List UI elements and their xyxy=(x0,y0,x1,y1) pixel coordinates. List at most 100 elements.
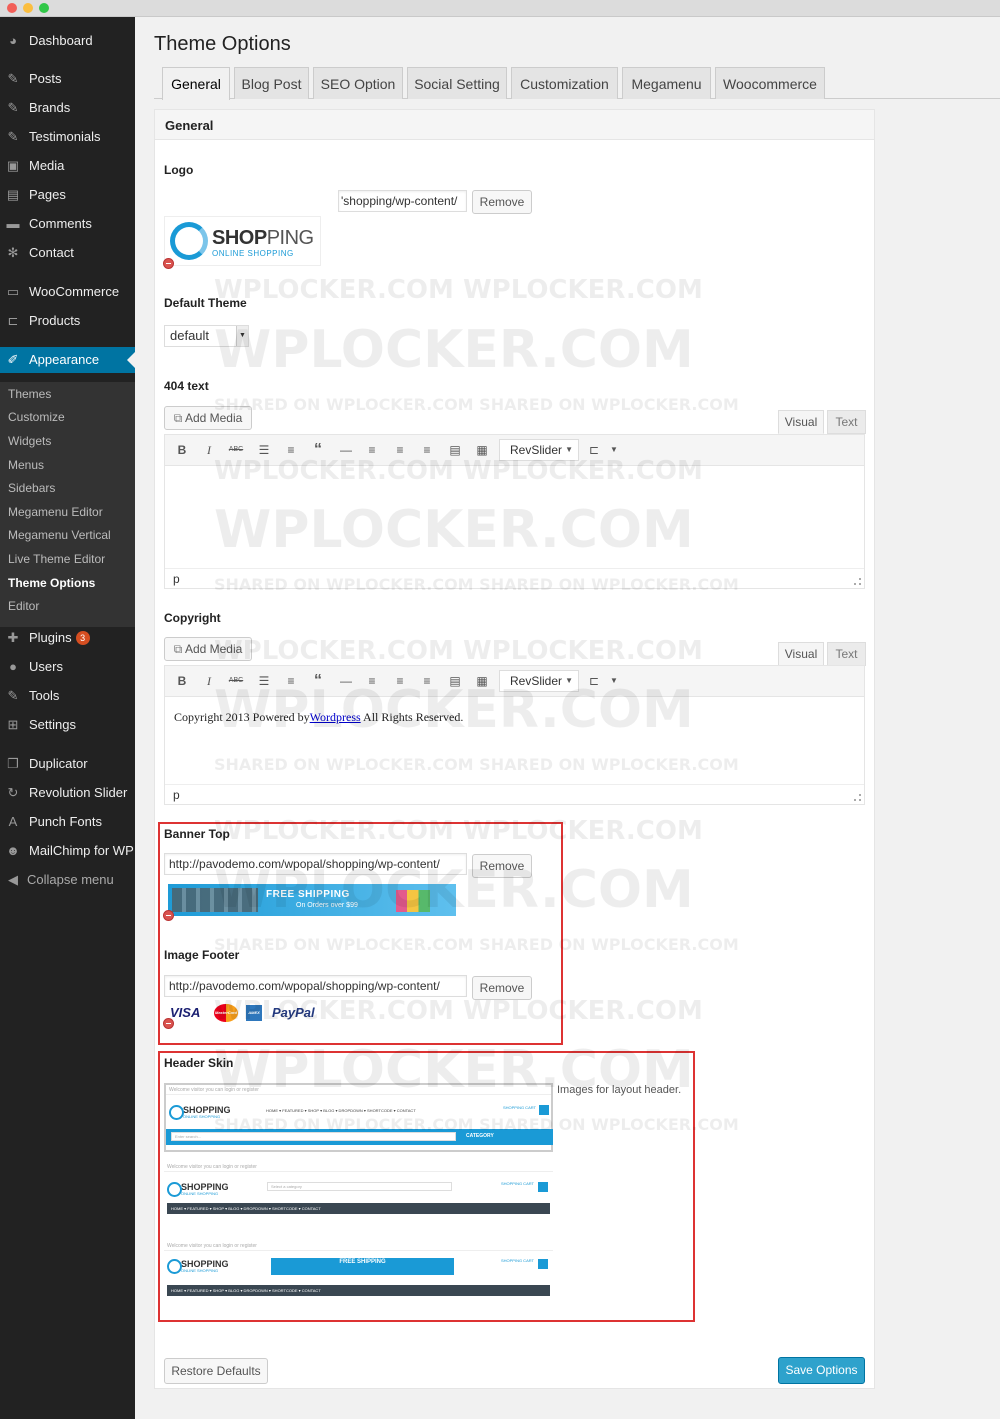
tab-general[interactable]: General xyxy=(162,67,230,100)
header-skin-option-2[interactable]: Welcome visitor you can login or registe… xyxy=(164,1162,553,1222)
horizontal-rule-icon[interactable]: — xyxy=(337,442,355,458)
revslider-dropdown[interactable]: RevSlider ▼ xyxy=(499,439,579,461)
numbered-list-icon[interactable]: ≡ xyxy=(282,442,300,458)
sidebar-item-dashboard[interactable]: ◕ Dashboard xyxy=(0,28,135,54)
banner-top-url-field[interactable]: http://pavodemo.com/wpopal/shopping/wp-c… xyxy=(164,853,467,875)
sidebar-item-posts[interactable]: ✎ Posts xyxy=(0,66,135,92)
bold-icon[interactable]: B xyxy=(173,673,191,689)
sidebar-item-woocommerce[interactable]: ▭ WooCommerce xyxy=(0,279,135,305)
sidebar-item-mailchimp[interactable]: ☻ MailChimp for WP xyxy=(0,838,135,864)
add-media-button-copyright[interactable]: ⧉ Add Media xyxy=(164,637,252,661)
tab-blog-post[interactable]: Blog Post xyxy=(234,67,309,99)
bullet-list-icon[interactable]: ☰ xyxy=(255,673,273,689)
sidebar-item-punch-fonts[interactable]: A Punch Fonts xyxy=(0,809,135,835)
close-window-button[interactable] xyxy=(7,3,17,13)
visual-tab-copyright[interactable]: Visual xyxy=(778,642,824,666)
sidebar-item-comments[interactable]: ▬ Comments xyxy=(0,211,135,237)
text404-editor[interactable]: B I ABC ☰ ≡ “ — ≡ ≡ ≡ ▤ ▦ RevSlider ▼ ⊏ ▼… xyxy=(164,434,865,589)
align-left-icon[interactable]: ≡ xyxy=(363,442,381,458)
copyright-editor[interactable]: B I ABC ☰ ≡ “ — ≡ ≡ ≡ ▤ ▦ RevSlider ▼ ⊏ ▼… xyxy=(164,665,865,805)
sidebar-item-pages[interactable]: ▤ Pages xyxy=(0,182,135,208)
submenu-editor[interactable]: Editor xyxy=(8,599,39,613)
submenu-menus[interactable]: Menus xyxy=(8,458,44,472)
sidebar-item-duplicator[interactable]: ❐ Duplicator xyxy=(0,751,135,777)
chevron-down-icon[interactable]: ▼ xyxy=(605,442,623,458)
sidebar-item-products[interactable]: ⊏ Products xyxy=(0,308,135,334)
remove-logo-icon[interactable] xyxy=(163,258,174,269)
submenu-widgets[interactable]: Widgets xyxy=(8,434,51,448)
submenu-theme-options[interactable]: Theme Options xyxy=(8,576,95,590)
cart-icon[interactable]: ⊏ xyxy=(585,673,603,689)
image-footer-url-field[interactable]: http://pavodemo.com/wpopal/shopping/wp-c… xyxy=(164,975,467,997)
submenu-themes[interactable]: Themes xyxy=(8,387,51,401)
sidebar-item-contact[interactable]: ✻ Contact xyxy=(0,240,135,266)
remove-footer-image-icon[interactable] xyxy=(163,1018,174,1029)
logo-remove-button[interactable]: Remove xyxy=(472,190,532,214)
align-center-icon[interactable]: ≡ xyxy=(391,673,409,689)
sidebar-item-testimonials[interactable]: ✎ Testimonials xyxy=(0,124,135,150)
sidebar-item-brands[interactable]: ✎ Brands xyxy=(0,95,135,121)
copyright-content[interactable]: Copyright 2013 Powered byWordpress All R… xyxy=(174,710,463,725)
resize-handle[interactable] xyxy=(854,578,861,585)
blockquote-icon[interactable]: “ xyxy=(309,442,327,458)
align-left-icon[interactable]: ≡ xyxy=(363,673,381,689)
submenu-sidebars[interactable]: Sidebars xyxy=(8,481,55,495)
tab-woocommerce[interactable]: Woocommerce xyxy=(715,67,825,99)
sidebar-item-users[interactable]: ● Users xyxy=(0,654,135,680)
bold-icon[interactable]: B xyxy=(173,442,191,458)
tab-megamenu[interactable]: Megamenu xyxy=(622,67,711,99)
banner-top-remove-button[interactable]: Remove xyxy=(472,854,532,878)
sidebar-item-plugins[interactable]: ✚ Plugins 3 xyxy=(0,625,135,651)
toolbar-toggle-icon[interactable]: ▦ xyxy=(473,442,491,458)
numbered-list-icon[interactable]: ≡ xyxy=(282,673,300,689)
submenu-customize[interactable]: Customize xyxy=(8,410,65,424)
align-right-icon[interactable]: ≡ xyxy=(418,442,436,458)
minimize-window-button[interactable] xyxy=(23,3,33,13)
tab-social-setting[interactable]: Social Setting xyxy=(407,67,507,99)
insert-more-icon[interactable]: ▤ xyxy=(446,673,464,689)
sidebar-item-media[interactable]: ▣ Media xyxy=(0,153,135,179)
insert-more-icon[interactable]: ▤ xyxy=(446,442,464,458)
save-options-button[interactable]: Save Options xyxy=(778,1357,865,1384)
horizontal-rule-icon[interactable]: — xyxy=(337,673,355,689)
remove-banner-icon[interactable] xyxy=(163,910,174,921)
toolbar-toggle-icon[interactable]: ▦ xyxy=(473,673,491,689)
add-media-button-404[interactable]: ⧉ Add Media xyxy=(164,406,252,430)
cart-icon[interactable]: ⊏ xyxy=(585,442,603,458)
tab-seo-option[interactable]: SEO Option xyxy=(313,67,403,99)
text-tab-copyright[interactable]: Text xyxy=(827,642,866,666)
plugin-icon: ✚ xyxy=(7,630,19,645)
text-tab-404[interactable]: Text xyxy=(827,410,866,434)
default-theme-select[interactable]: default ▼ xyxy=(164,325,249,347)
wordpress-link[interactable]: Wordpress xyxy=(310,710,361,724)
align-right-icon[interactable]: ≡ xyxy=(418,673,436,689)
refresh-icon: ↻ xyxy=(7,785,19,800)
align-center-icon[interactable]: ≡ xyxy=(391,442,409,458)
visual-tab-404[interactable]: Visual xyxy=(778,410,824,434)
sidebar-item-tools[interactable]: ✎ Tools xyxy=(0,683,135,709)
sidebar-item-settings[interactable]: ⊞ Settings xyxy=(0,712,135,738)
strikethrough-icon[interactable]: ABC xyxy=(227,442,245,458)
italic-icon[interactable]: I xyxy=(200,673,218,689)
banner-top-label: Banner Top xyxy=(164,827,230,841)
italic-icon[interactable]: I xyxy=(200,442,218,458)
restore-defaults-button[interactable]: Restore Defaults xyxy=(164,1358,268,1384)
maximize-window-button[interactable] xyxy=(39,3,49,13)
sidebar-item-revolution-slider[interactable]: ↻ Revolution Slider xyxy=(0,780,135,806)
image-footer-remove-button[interactable]: Remove xyxy=(472,976,532,1000)
resize-handle[interactable] xyxy=(854,794,861,801)
bullet-list-icon[interactable]: ☰ xyxy=(255,442,273,458)
submenu-megamenu-vertical[interactable]: Megamenu Vertical xyxy=(8,528,111,542)
submenu-live-theme-editor[interactable]: Live Theme Editor xyxy=(8,552,105,566)
chevron-down-icon[interactable]: ▼ xyxy=(605,673,623,689)
strikethrough-icon[interactable]: ABC xyxy=(227,673,245,689)
header-skin-option-3[interactable]: Welcome visitor you can login or registe… xyxy=(164,1241,553,1306)
blockquote-icon[interactable]: “ xyxy=(309,673,327,689)
submenu-megamenu-editor[interactable]: Megamenu Editor xyxy=(8,505,103,519)
tab-customization[interactable]: Customization xyxy=(511,67,618,99)
sidebar-item-appearance[interactable]: ✐ Appearance xyxy=(0,347,135,373)
header-skin-option-1[interactable]: Welcome visitor you can login or registe… xyxy=(164,1083,553,1152)
revslider-dropdown[interactable]: RevSlider ▼ xyxy=(499,670,579,692)
logo-url-field[interactable]: 'shopping/wp-content/ xyxy=(338,190,467,212)
collapse-menu-button[interactable]: ◀ Collapse menu xyxy=(0,867,135,893)
